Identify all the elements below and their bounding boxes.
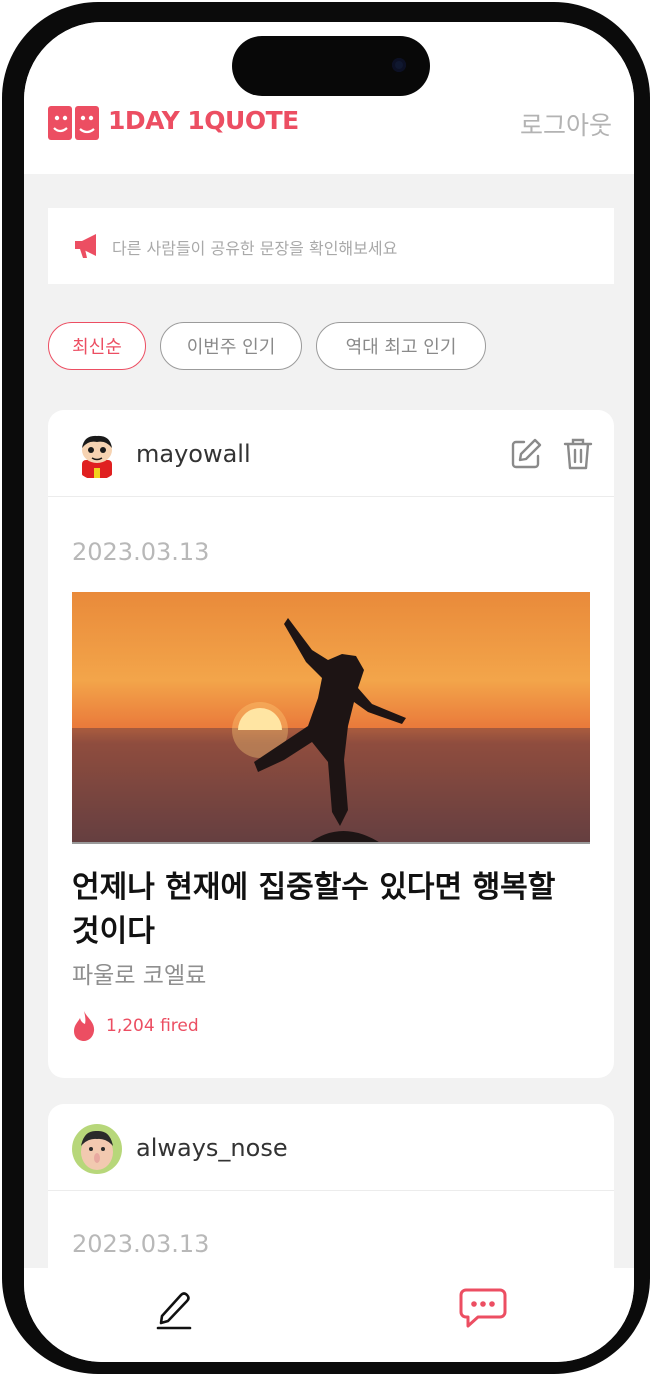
app-logo xyxy=(48,106,99,140)
trash-icon[interactable] xyxy=(560,436,596,472)
avatar[interactable] xyxy=(72,1124,122,1174)
post-quote: 언제나 현재에 집중할수 있다면 행복할 것이다 xyxy=(72,870,556,949)
megaphone-icon xyxy=(75,234,96,258)
fire-button[interactable]: 1,204 fired xyxy=(72,1010,199,1042)
pen-icon[interactable] xyxy=(154,1286,194,1330)
post-photo[interactable] xyxy=(72,592,590,844)
fire-icon xyxy=(74,1011,95,1041)
post-card: mayowall 2023.03.13 언제나 현재에 집중할수 있다면 행복할… xyxy=(48,410,614,1078)
chat-bubble-icon[interactable] xyxy=(458,1286,508,1330)
bottom-tab-bar xyxy=(24,1268,634,1362)
post-card-header: mayowall xyxy=(48,410,614,497)
post-date: 2023.03.13 xyxy=(72,1230,210,1258)
app-brand-title: 1DAY 1QUOTE xyxy=(108,106,299,135)
avatar[interactable] xyxy=(72,430,122,480)
filter-chip-weekly-popular[interactable]: 이번주 인기 xyxy=(160,322,302,370)
filter-chip-latest[interactable]: 최신순 xyxy=(48,322,146,370)
filter-chip-all-time-best[interactable]: 역대 최고 인기 xyxy=(316,322,486,370)
fire-count: 1,204 fired xyxy=(106,1016,199,1036)
edit-icon[interactable] xyxy=(508,436,544,472)
post-date: 2023.03.13 xyxy=(72,538,210,566)
app-screen: 1DAY 1QUOTE 로그아웃 다른 사람들이 공유한 문장을 확인해보세요 … xyxy=(24,22,634,1362)
post-username[interactable]: mayowall xyxy=(136,440,251,468)
front-camera xyxy=(392,58,406,72)
post-username[interactable]: always_nose xyxy=(136,1134,288,1162)
logout-button[interactable]: 로그아웃 xyxy=(520,106,612,142)
post-author: 파울로 코엘료 xyxy=(72,963,207,989)
notice-banner: 다른 사람들이 공유한 문장을 확인해보세요 xyxy=(48,208,614,284)
dynamic-island xyxy=(232,36,430,96)
phone-frame: 1DAY 1QUOTE 로그아웃 다른 사람들이 공유한 문장을 확인해보세요 … xyxy=(2,2,650,1374)
notice-text: 다른 사람들이 공유한 문장을 확인해보세요 xyxy=(112,239,398,258)
post-card-header: always_nose xyxy=(48,1104,614,1191)
